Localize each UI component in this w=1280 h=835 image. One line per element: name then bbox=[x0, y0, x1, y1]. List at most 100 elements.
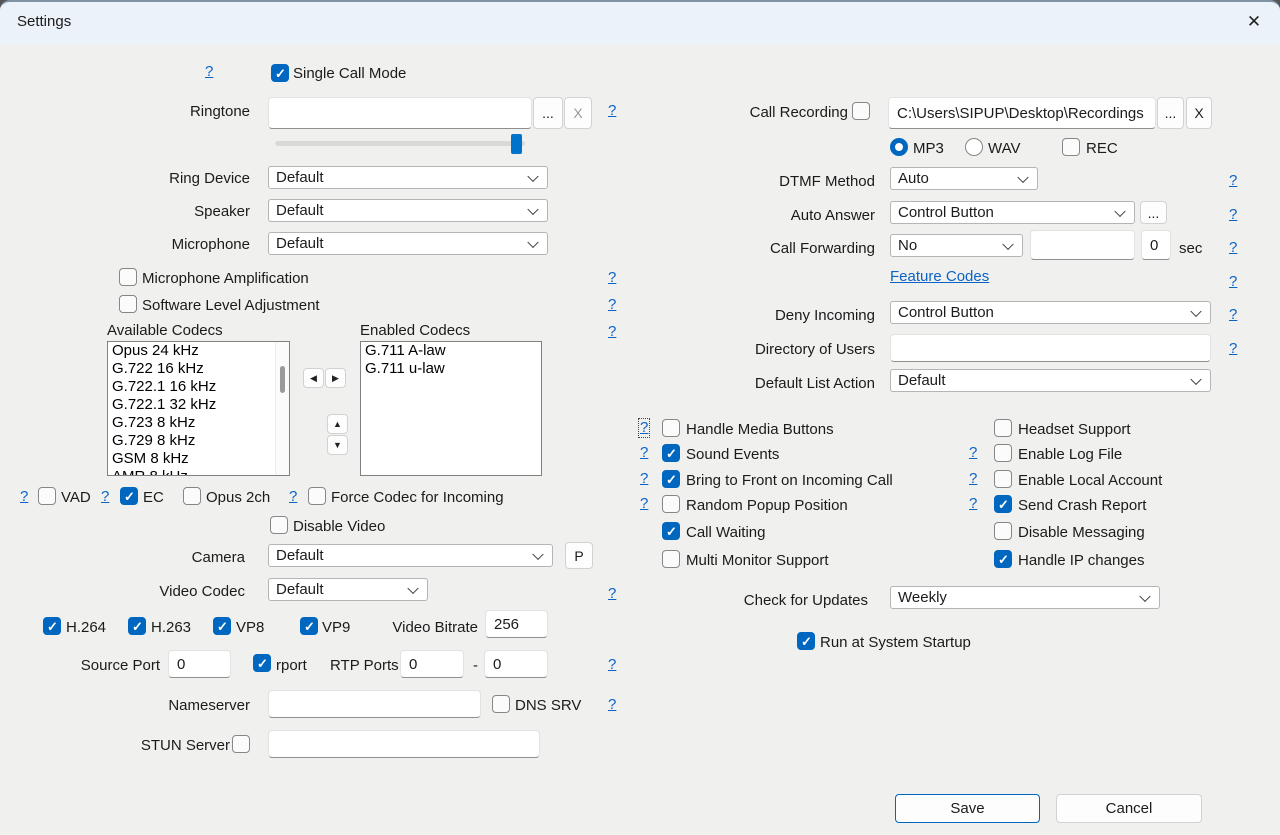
help-link[interactable]: ? bbox=[608, 324, 616, 340]
help-link[interactable]: ? bbox=[101, 489, 109, 505]
option-checkbox-random-popup-position[interactable] bbox=[662, 495, 680, 513]
close-icon[interactable]: ✕ bbox=[1234, 6, 1274, 38]
ringtone-volume-slider-thumb[interactable] bbox=[511, 134, 522, 154]
camera-select[interactable]: Default bbox=[268, 544, 553, 567]
help-link[interactable]: ? bbox=[969, 496, 977, 512]
default-list-action-select[interactable]: Default bbox=[890, 369, 1211, 392]
ringtone-clear-button[interactable]: X bbox=[564, 97, 592, 129]
scrollbar-thumb[interactable] bbox=[280, 366, 285, 393]
microphone-select[interactable]: Default bbox=[268, 232, 548, 255]
recording-clear-button[interactable]: X bbox=[1186, 97, 1212, 129]
codec-item[interactable]: G.722.1 32 kHz bbox=[108, 396, 289, 414]
help-link[interactable]: ? bbox=[969, 471, 977, 487]
help-link[interactable]: ? bbox=[20, 489, 28, 505]
dns-srv-checkbox[interactable] bbox=[492, 695, 510, 713]
codec-item[interactable]: G.723 8 kHz bbox=[108, 414, 289, 432]
scrollbar[interactable] bbox=[275, 342, 289, 475]
help-link[interactable]: ? bbox=[608, 697, 616, 713]
ringtone-input[interactable] bbox=[268, 97, 532, 129]
move-down-icon[interactable]: ▼ bbox=[327, 435, 348, 455]
option-checkbox-call-waiting[interactable] bbox=[662, 522, 680, 540]
help-link[interactable]: ? bbox=[1229, 274, 1237, 290]
software-level-checkbox[interactable] bbox=[119, 295, 137, 313]
move-right-icon[interactable]: ▶ bbox=[325, 368, 346, 388]
recording-browse-button[interactable]: ... bbox=[1157, 97, 1184, 129]
codec-item[interactable]: G.722 16 kHz bbox=[108, 360, 289, 378]
speaker-select[interactable]: Default bbox=[268, 199, 548, 222]
vp9-checkbox[interactable] bbox=[300, 617, 318, 635]
option-checkbox-sound-events[interactable] bbox=[662, 444, 680, 462]
option-checkbox-handle-media-buttons[interactable] bbox=[662, 419, 680, 437]
option-checkbox-handle-ip-changes[interactable] bbox=[994, 550, 1012, 568]
option-checkbox-enable-local-account[interactable] bbox=[994, 470, 1012, 488]
option-checkbox-bring-to-front-on-incoming-call[interactable] bbox=[662, 470, 680, 488]
wav-radio[interactable] bbox=[965, 138, 983, 156]
stun-server-checkbox[interactable] bbox=[232, 735, 250, 753]
camera-preview-button[interactable]: P bbox=[565, 542, 593, 569]
option-checkbox-headset-support[interactable] bbox=[994, 419, 1012, 437]
force-codec-checkbox[interactable] bbox=[308, 487, 326, 505]
available-codecs-list[interactable]: Opus 24 kHzG.722 16 kHzG.722.1 16 kHzG.7… bbox=[107, 341, 290, 476]
single-call-mode-checkbox[interactable] bbox=[271, 64, 289, 82]
help-link[interactable]: ? bbox=[640, 496, 648, 512]
save-button[interactable]: Save bbox=[895, 794, 1040, 823]
cancel-button[interactable]: Cancel bbox=[1056, 794, 1202, 823]
help-link[interactable]: ? bbox=[969, 445, 977, 461]
help-link[interactable]: ? bbox=[608, 657, 616, 673]
auto-answer-select[interactable]: Control Button bbox=[890, 201, 1135, 224]
ringtone-browse-button[interactable]: ... bbox=[533, 97, 563, 129]
rec-checkbox[interactable] bbox=[1062, 138, 1080, 156]
auto-answer-more-button[interactable]: ... bbox=[1140, 201, 1167, 224]
ec-checkbox[interactable] bbox=[120, 487, 138, 505]
recording-path-input[interactable] bbox=[888, 97, 1156, 129]
h263-checkbox[interactable] bbox=[128, 617, 146, 635]
feature-codes-link[interactable]: Feature Codes bbox=[890, 268, 989, 285]
video-bitrate-input[interactable] bbox=[485, 610, 548, 638]
mp3-radio[interactable] bbox=[890, 138, 908, 156]
option-checkbox-send-crash-report[interactable] bbox=[994, 495, 1012, 513]
forwarding-delay-input[interactable] bbox=[1141, 230, 1171, 260]
nameserver-input[interactable] bbox=[268, 690, 481, 718]
help-link[interactable]: ? bbox=[1229, 207, 1237, 223]
help-link[interactable]: ? bbox=[640, 445, 648, 461]
help-link[interactable]: ? bbox=[1229, 240, 1237, 256]
mic-amplification-checkbox[interactable] bbox=[119, 268, 137, 286]
help-link[interactable]: ? bbox=[608, 297, 616, 313]
help-link[interactable]: ? bbox=[1229, 173, 1237, 189]
codec-item[interactable]: Opus 24 kHz bbox=[108, 342, 289, 360]
codec-item[interactable]: AMR 8 kHz bbox=[108, 468, 289, 476]
source-port-input[interactable] bbox=[168, 650, 231, 678]
help-link[interactable]: ? bbox=[640, 420, 648, 436]
ringtone-volume-slider-track[interactable] bbox=[275, 141, 525, 146]
option-checkbox-disable-messaging[interactable] bbox=[994, 522, 1012, 540]
move-up-icon[interactable]: ▲ bbox=[327, 414, 348, 434]
codec-item[interactable]: G.711 A-law bbox=[361, 342, 541, 360]
codec-item[interactable]: GSM 8 kHz bbox=[108, 450, 289, 468]
opus-2ch-checkbox[interactable] bbox=[183, 487, 201, 505]
check-for-updates-select[interactable]: Weekly bbox=[890, 586, 1160, 609]
help-link[interactable]: ? bbox=[608, 270, 616, 286]
rtp-to-input[interactable] bbox=[484, 650, 548, 678]
rport-checkbox[interactable] bbox=[253, 654, 271, 672]
help-link[interactable]: ? bbox=[289, 489, 297, 505]
codec-item[interactable]: G.711 u-law bbox=[361, 360, 541, 378]
help-link[interactable]: ? bbox=[608, 586, 616, 602]
vp8-checkbox[interactable] bbox=[213, 617, 231, 635]
help-link[interactable]: ? bbox=[1229, 307, 1237, 323]
option-checkbox-multi-monitor-support[interactable] bbox=[662, 550, 680, 568]
dtmf-method-select[interactable]: Auto bbox=[890, 167, 1038, 190]
video-codec-select[interactable]: Default bbox=[268, 578, 428, 601]
call-forwarding-select[interactable]: No bbox=[890, 234, 1023, 257]
help-link[interactable]: ? bbox=[640, 471, 648, 487]
call-recording-checkbox[interactable] bbox=[852, 102, 870, 120]
stun-server-input[interactable] bbox=[268, 730, 540, 758]
disable-video-checkbox[interactable] bbox=[270, 516, 288, 534]
enabled-codecs-list[interactable]: G.711 A-lawG.711 u-law bbox=[360, 341, 542, 476]
vad-checkbox[interactable] bbox=[38, 487, 56, 505]
run-at-startup-checkbox[interactable] bbox=[797, 632, 815, 650]
rtp-from-input[interactable] bbox=[400, 650, 464, 678]
codec-item[interactable]: G.729 8 kHz bbox=[108, 432, 289, 450]
ring-device-select[interactable]: Default bbox=[268, 166, 548, 189]
codec-item[interactable]: G.722.1 16 kHz bbox=[108, 378, 289, 396]
option-checkbox-enable-log-file[interactable] bbox=[994, 444, 1012, 462]
